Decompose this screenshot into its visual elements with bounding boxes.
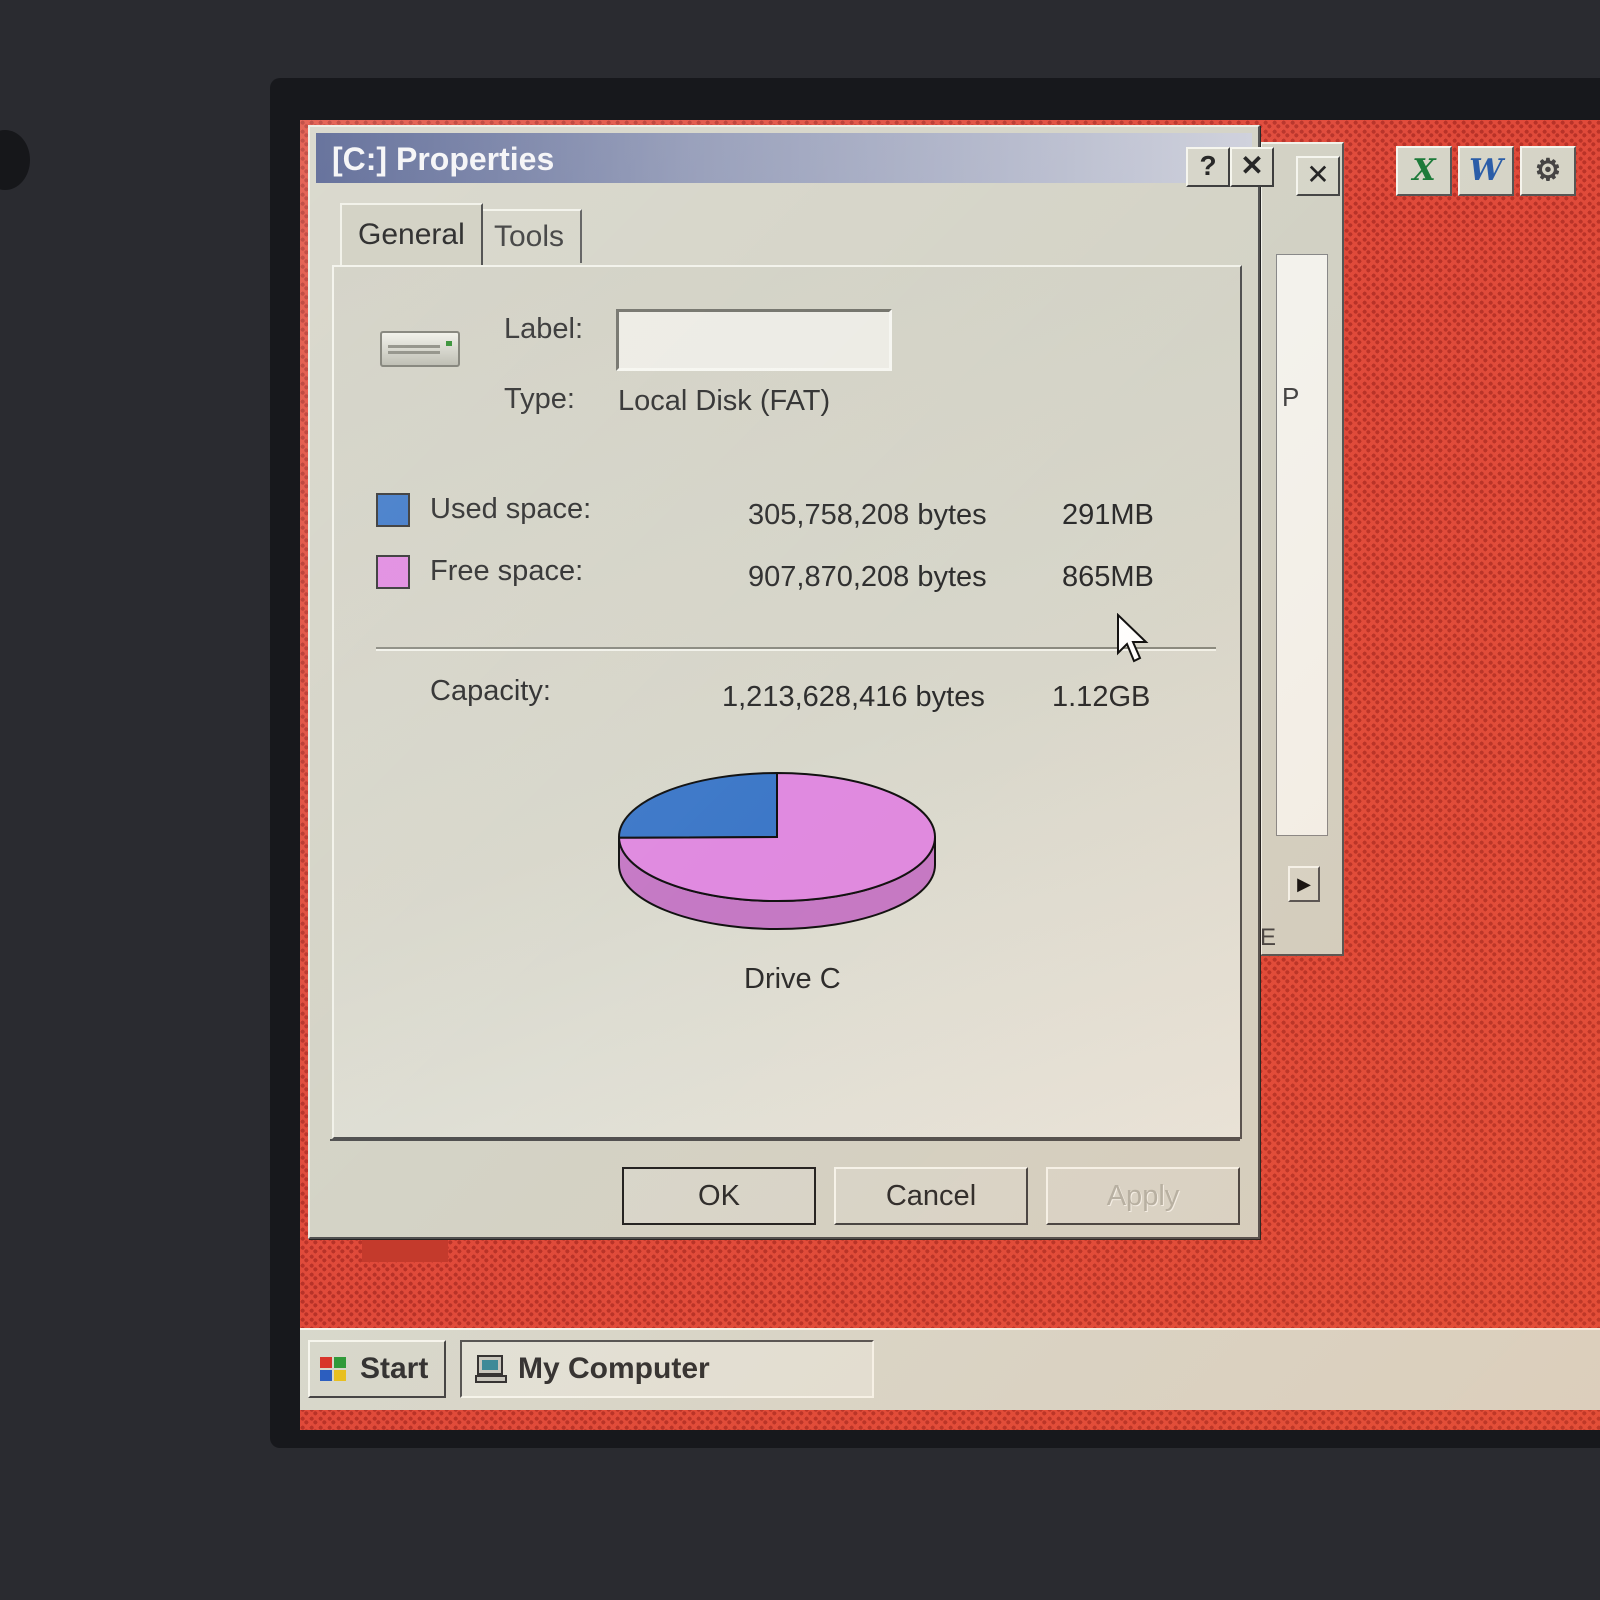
cancel-button[interactable]: Cancel (834, 1167, 1028, 1225)
drive-label: Drive C (744, 963, 841, 995)
desktop-icon-label (362, 1240, 448, 1262)
general-panel: Label: Type: Local Disk (FAT) Used space… (332, 265, 1242, 1139)
taskbar-item-my-computer[interactable]: My Computer (460, 1340, 874, 1398)
used-space-caption: Used space: (430, 493, 592, 525)
hard-drive-icon (380, 331, 460, 367)
word-icon[interactable]: W (1458, 146, 1514, 196)
apply-button[interactable]: Apply (1046, 1167, 1240, 1225)
free-space-bytes: 907,870,208 bytes (748, 561, 987, 593)
windows-logo-icon (320, 1357, 346, 1381)
excel-icon[interactable]: X (1396, 146, 1452, 196)
capacity-caption: Capacity: (430, 675, 551, 707)
background-window-text: E (1260, 924, 1277, 951)
used-space-size: 291MB (1062, 499, 1154, 531)
disk-usage-pie (617, 771, 936, 930)
ok-button[interactable]: OK (622, 1167, 816, 1225)
divider (376, 647, 1216, 651)
close-button[interactable]: ✕ (1230, 147, 1274, 187)
capacity-size: 1.12GB (1052, 681, 1151, 713)
properties-dialog: [C:] Properties ? ✕ General Tools Label:… (308, 125, 1274, 1239)
used-space-bytes: 305,758,208 bytes (748, 499, 987, 531)
tab-general[interactable]: General (340, 203, 483, 265)
taskbar: Start My Computer (300, 1328, 1600, 1410)
taskbar-item-label: My Computer (518, 1352, 710, 1385)
monitor-led (0, 130, 30, 190)
background-window-content (1276, 254, 1328, 836)
disk-usage-chart (612, 767, 942, 937)
label-input[interactable] (616, 309, 892, 371)
dialog-title: [C:] Properties (332, 141, 555, 177)
app-icon[interactable]: ⚙ (1520, 146, 1576, 196)
free-space-caption: Free space: (430, 555, 584, 587)
free-space-size: 865MB (1062, 561, 1154, 593)
pie-slice-used-space (618, 771, 778, 839)
type-value: Local Disk (FAT) (618, 385, 831, 417)
quick-launch-toolbar: X W ⚙ (1396, 146, 1576, 196)
start-button[interactable]: Start (308, 1340, 446, 1398)
mouse-pointer-icon (1117, 613, 1149, 663)
background-window-close-button[interactable]: ✕ (1296, 156, 1340, 196)
divider (330, 1139, 1240, 1141)
used-space-swatch (376, 493, 410, 527)
label-caption: Label: (504, 313, 584, 345)
title-bar[interactable]: [C:] Properties (316, 133, 1252, 183)
start-label: Start (360, 1352, 429, 1385)
scroll-right-arrow-icon[interactable]: ▶ (1288, 866, 1320, 902)
background-window-text: P (1282, 382, 1300, 412)
help-button[interactable]: ? (1186, 147, 1230, 187)
free-space-swatch (376, 555, 410, 589)
type-caption: Type: (504, 383, 575, 415)
background-window[interactable]: P E ▶ (1260, 142, 1344, 956)
desktop: P E ▶ ✕ X W ⚙ [C:] Properties ? ✕ Genera… (300, 120, 1600, 1430)
computer-icon (475, 1355, 507, 1383)
tab-tools[interactable]: Tools (476, 209, 583, 263)
capacity-bytes: 1,213,628,416 bytes (722, 681, 985, 713)
